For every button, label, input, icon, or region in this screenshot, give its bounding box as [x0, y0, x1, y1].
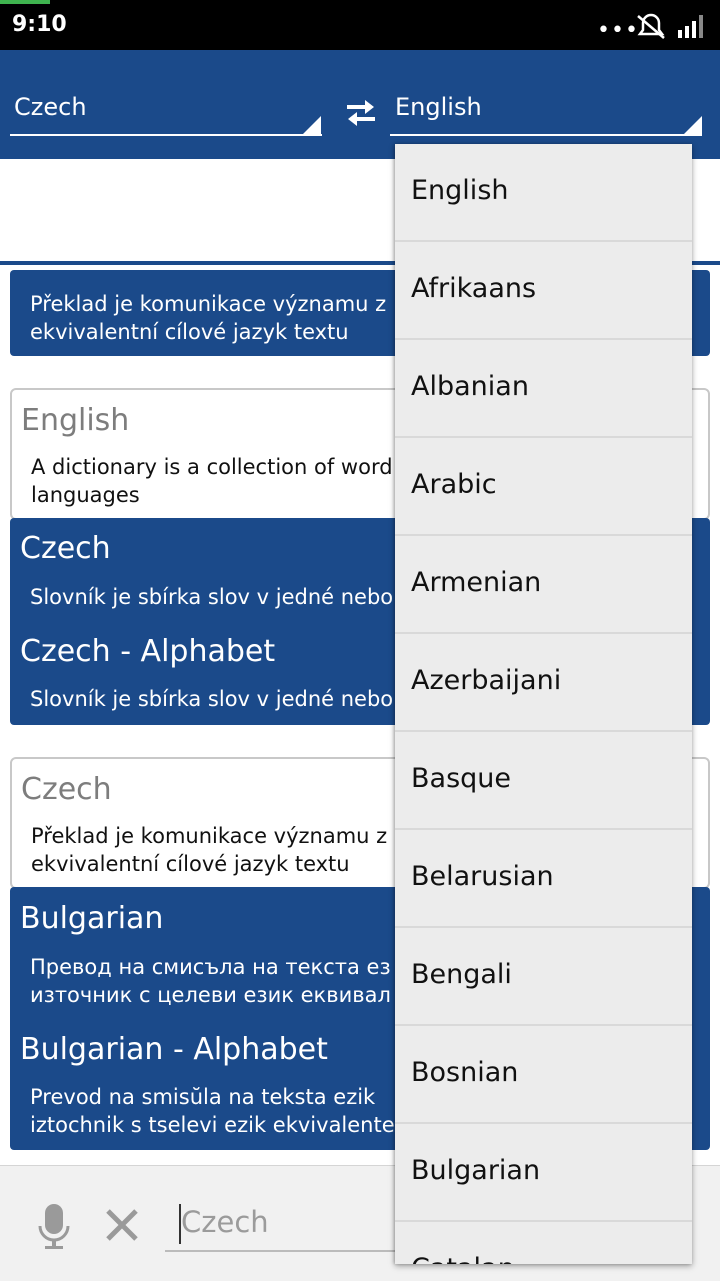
- muted-alarm-icon: [637, 13, 665, 39]
- card-source-text: Překlad je komunikace významu z ekvivale…: [31, 824, 388, 876]
- swap-arrows-icon[interactable]: [343, 98, 379, 128]
- option-label: Armenian: [411, 567, 542, 598]
- card-translation-text: Prevod na smisŭla na teksta ezik iztochn…: [30, 1085, 395, 1137]
- dropdown-option-bulgarian[interactable]: Bulgarian: [395, 1124, 692, 1222]
- target-language-dropdown[interactable]: English Afrikaans Albanian Arabic Armeni…: [395, 144, 692, 1264]
- option-label: Azerbaijani: [411, 665, 562, 696]
- card-body-text: Překlad je komunikace významu z ekvivale…: [30, 292, 387, 344]
- card-language-title: Bulgarian: [20, 901, 164, 936]
- dropdown-option-basque[interactable]: Basque: [395, 732, 692, 830]
- microphone-icon[interactable]: [37, 1202, 71, 1250]
- target-language-select[interactable]: English: [395, 93, 482, 121]
- option-label: Afrikaans: [411, 273, 537, 304]
- more-dots-icon: •••: [597, 18, 639, 43]
- option-label: Belarusian: [411, 861, 554, 892]
- dropdown-option-english[interactable]: English: [395, 144, 692, 242]
- card-translation-text: Slovník je sbírka slov v jedné nebo: [30, 585, 394, 609]
- option-label: English: [411, 175, 509, 206]
- option-label: Arabic: [411, 469, 497, 500]
- card-source-text: A dictionary is a collection of word lan…: [31, 455, 393, 507]
- source-language-underline: [10, 134, 322, 136]
- option-label: Albanian: [411, 371, 529, 402]
- dropdown-option-catalan[interactable]: Catalan: [395, 1222, 692, 1264]
- card-source-language: English: [21, 403, 130, 438]
- dropdown-option-bengali[interactable]: Bengali: [395, 928, 692, 1026]
- status-bar: 9:10 •••: [0, 0, 720, 50]
- source-language-select[interactable]: Czech: [14, 93, 87, 121]
- card-translation-text: Slovník je sbírka slov v jedné nebo: [30, 687, 394, 711]
- card-source-language: Czech: [21, 772, 112, 807]
- dropdown-option-arabic[interactable]: Arabic: [395, 438, 692, 536]
- dropdown-option-afrikaans[interactable]: Afrikaans: [395, 242, 692, 340]
- option-label: Bulgarian: [411, 1155, 541, 1186]
- option-label: Bosnian: [411, 1057, 519, 1088]
- card-language-title: Bulgarian - Alphabet: [20, 1032, 328, 1067]
- dropdown-triangle-icon: [684, 116, 702, 134]
- dropdown-option-albanian[interactable]: Albanian: [395, 340, 692, 438]
- status-time: 9:10: [12, 12, 67, 37]
- option-label: Catalan: [411, 1253, 515, 1264]
- dropdown-option-bosnian[interactable]: Bosnian: [395, 1026, 692, 1124]
- card-translation-text: Превод на смисъла на текста ез източник …: [30, 955, 391, 1007]
- option-label: Bengali: [411, 959, 512, 990]
- text-caret: [179, 1204, 181, 1244]
- text-input-value: Czech: [181, 1205, 269, 1239]
- status-indicator: [0, 0, 50, 4]
- option-label: Basque: [411, 763, 511, 794]
- dropdown-triangle-icon: [303, 116, 321, 134]
- clear-icon[interactable]: [105, 1208, 139, 1242]
- target-language-underline: [390, 134, 702, 136]
- dropdown-option-azerbaijani[interactable]: Azerbaijani: [395, 634, 692, 732]
- text-input[interactable]: Czech: [165, 1200, 405, 1252]
- dropdown-option-armenian[interactable]: Armenian: [395, 536, 692, 634]
- card-language-title: Czech: [20, 531, 111, 566]
- card-language-title: Czech - Alphabet: [20, 634, 276, 669]
- dropdown-option-belarusian[interactable]: Belarusian: [395, 830, 692, 928]
- signal-icon: [678, 15, 703, 38]
